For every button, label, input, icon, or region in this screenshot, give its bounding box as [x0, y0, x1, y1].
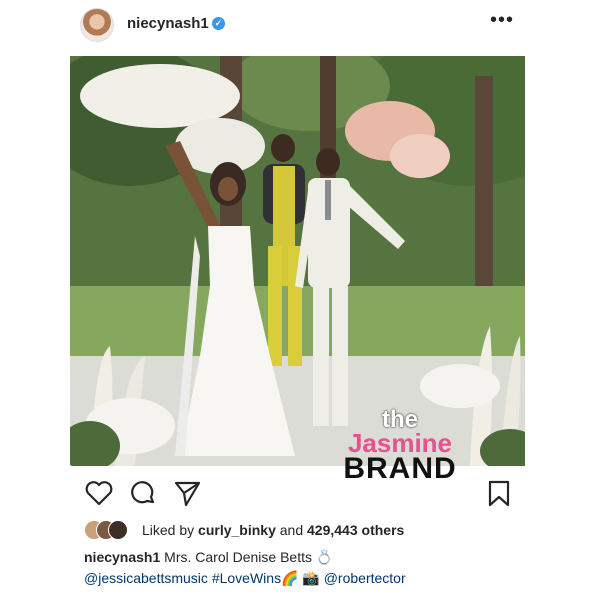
likes-text[interactable]: Liked by curly_binky and 429,443 others	[142, 522, 404, 538]
liker-avatars[interactable]	[84, 520, 134, 540]
wedding-photo-illustration	[70, 56, 525, 466]
first-liker-link[interactable]: curly_binky	[198, 522, 276, 538]
post-username[interactable]: niecynash1	[127, 15, 209, 32]
share-icon[interactable]	[172, 478, 202, 508]
post-caption: niecynash1 Mrs. Carol Denise Betts 💍 @je…	[84, 547, 544, 589]
likes-prefix: Liked by	[142, 522, 199, 538]
avatar[interactable]	[80, 8, 114, 42]
bookmark-icon[interactable]	[484, 478, 514, 508]
caption-text: Mrs. Carol Denise Betts 💍	[160, 549, 334, 565]
verified-badge-icon: ✓	[212, 17, 225, 30]
mention-link[interactable]: @jessicabettsmusic	[84, 570, 208, 586]
watermark-logo: the Jasmine BRAND	[330, 408, 470, 484]
post-header: niecynash1 ✓ •••	[0, 0, 595, 52]
liker-avatar	[108, 520, 128, 540]
more-options-icon[interactable]: •••	[490, 10, 514, 30]
post-photo[interactable]	[70, 56, 525, 466]
likes-row: Liked by curly_binky and 429,443 others	[84, 520, 524, 540]
caption-username[interactable]: niecynash1	[84, 549, 160, 565]
likes-middle: and	[275, 522, 308, 538]
post-actions	[80, 478, 520, 508]
hashtag-link[interactable]: #LoveWins🌈	[212, 570, 299, 586]
heart-icon[interactable]	[84, 478, 114, 508]
comment-icon[interactable]	[128, 478, 158, 508]
likes-count[interactable]: 429,443 others	[307, 522, 404, 538]
camera-emoji: 📸	[302, 570, 320, 586]
photographer-mention-link[interactable]: @robertector	[324, 570, 406, 586]
